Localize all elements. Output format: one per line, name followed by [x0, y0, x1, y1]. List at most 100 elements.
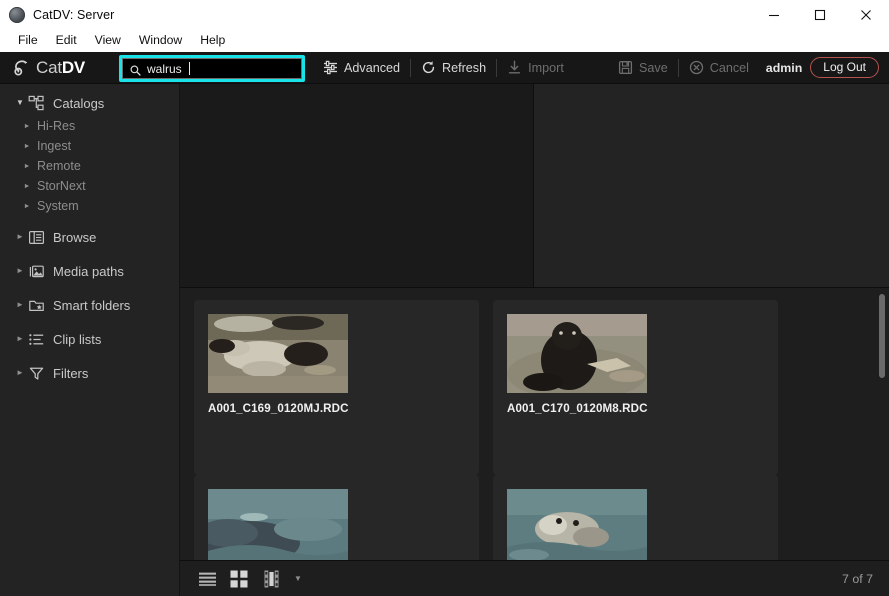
sidebar-item-browse[interactable]: ► Browse — [0, 224, 179, 250]
advanced-button[interactable]: Advanced — [313, 52, 410, 84]
chevron-right-icon[interactable]: ► — [20, 183, 34, 190]
menu-help[interactable]: Help — [191, 32, 234, 49]
sidebar-item-label: Clip lists — [53, 331, 102, 347]
app-toolbar: CatDV walrus Advanced Refresh Import Sav… — [0, 52, 889, 84]
menu-window[interactable]: Window — [130, 32, 191, 49]
clip-lists-icon — [28, 331, 45, 348]
text-caret — [188, 62, 190, 75]
chevron-right-icon[interactable]: ► — [20, 203, 34, 210]
cancel-label: Cancel — [709, 60, 749, 75]
save-icon — [618, 60, 633, 75]
metadata-pane[interactable] — [534, 84, 889, 287]
clip-tile[interactable] — [194, 475, 479, 560]
sidebar-item-clip-lists[interactable]: ► Clip lists — [0, 326, 179, 352]
filters-icon — [28, 365, 45, 382]
search-field-focus-ring: walrus — [119, 55, 305, 82]
sidebar-item-filters[interactable]: ► Filters — [0, 360, 179, 386]
search-input-value: walrus — [147, 61, 182, 76]
sidebar-footer — [0, 560, 180, 596]
toolbar-account-group: admin Log Out — [766, 57, 879, 78]
clip-thumbnail[interactable] — [507, 489, 647, 560]
sidebar-item-media-paths[interactable]: ► Media paths — [0, 258, 179, 284]
import-label: Import — [528, 60, 564, 75]
save-button[interactable]: Save — [608, 52, 678, 84]
search-input[interactable]: walrus — [122, 58, 302, 79]
catalogs-icon — [28, 95, 45, 112]
app-body: ▼ Catalogs ► Hi-Res ► Ingest ► Remote ► … — [0, 84, 889, 596]
chevron-right-icon[interactable]: ► — [20, 143, 34, 150]
chevron-right-icon[interactable]: ► — [12, 369, 28, 377]
content-area: A001_C169_0120MJ.RDC A001_C170_0120M8.RD… — [180, 84, 889, 596]
clip-thumbnail[interactable] — [208, 489, 348, 560]
refresh-label: Refresh — [442, 60, 487, 75]
chevron-down-icon[interactable]: ▼ — [294, 574, 302, 583]
chevron-right-icon[interactable]: ► — [12, 233, 28, 241]
toolbar-actions: Advanced Refresh Import — [313, 52, 574, 84]
catdv-app-icon — [9, 7, 25, 23]
advanced-label: Advanced — [344, 60, 401, 75]
catdv-wordmark: CatDV — [36, 58, 85, 78]
sidebar-item-label: Browse — [53, 229, 97, 245]
sidebar-item-stornext[interactable]: ► StorNext — [0, 176, 179, 196]
chevron-right-icon[interactable]: ► — [12, 301, 28, 309]
import-icon — [507, 60, 522, 75]
cancel-icon — [689, 60, 704, 75]
menu-view[interactable]: View — [86, 32, 130, 49]
browse-icon — [28, 229, 45, 246]
sidebar-item-smart-folders[interactable]: ► Smart folders — [0, 292, 179, 318]
sidebar-item-ingest[interactable]: ► Ingest — [0, 136, 179, 156]
thumbnail-grid-area: A001_C169_0120MJ.RDC A001_C170_0120M8.RD… — [180, 288, 889, 560]
minimize-button[interactable] — [751, 0, 797, 30]
sidebar-item-catalogs[interactable]: ▼ Catalogs — [0, 90, 179, 116]
status-bar: ▼ 7 of 7 — [180, 560, 889, 596]
logo-text-bold: DV — [61, 57, 86, 77]
list-view-icon[interactable] — [194, 566, 220, 592]
sidebar-item-label: Filters — [53, 365, 89, 381]
chevron-right-icon[interactable]: ► — [12, 267, 28, 275]
sidebar: ▼ Catalogs ► Hi-Res ► Ingest ► Remote ► … — [0, 84, 180, 596]
preview-pane[interactable] — [180, 84, 534, 287]
filmstrip-view-icon[interactable] — [258, 566, 284, 592]
logout-button[interactable]: Log Out — [810, 57, 879, 78]
menu-file[interactable]: File — [9, 32, 47, 49]
thumbnail-grid: A001_C169_0120MJ.RDC A001_C170_0120M8.RD… — [180, 288, 889, 560]
sidebar-item-remote[interactable]: ► Remote — [0, 156, 179, 176]
clip-name: A001_C169_0120MJ.RDC — [208, 402, 349, 415]
sidebar-child-label: Remote — [37, 159, 81, 173]
refresh-button[interactable]: Refresh — [411, 52, 496, 84]
chevron-right-icon[interactable]: ► — [20, 163, 34, 170]
close-button[interactable] — [843, 0, 889, 30]
menu-edit[interactable]: Edit — [47, 32, 86, 49]
thumbnail-view-icon[interactable] — [226, 566, 252, 592]
chevron-right-icon[interactable]: ► — [12, 335, 28, 343]
catdv-window: CatDV: Server File Edit View Window Help — [0, 0, 889, 596]
sidebar-section-browse: ► Browse ► Media paths ► Smart folders ►… — [0, 224, 179, 386]
chevron-down-icon[interactable]: ▼ — [12, 99, 28, 107]
clip-thumbnail[interactable] — [208, 314, 348, 393]
window-controls — [751, 0, 889, 30]
sidebar-item-system[interactable]: ► System — [0, 196, 179, 216]
sidebar-item-hi-res[interactable]: ► Hi-Res — [0, 116, 179, 136]
logo-text-light: Cat — [36, 57, 62, 77]
cancel-button[interactable]: Cancel — [679, 52, 759, 84]
menu-bar: File Edit View Window Help — [0, 30, 889, 52]
sidebar-child-label: Ingest — [37, 139, 72, 153]
maximize-button[interactable] — [797, 0, 843, 30]
search-icon — [130, 63, 141, 76]
import-button[interactable]: Import — [497, 52, 574, 84]
clip-tile[interactable]: A001_C170_0120M8.RDC — [493, 300, 778, 475]
top-panes — [180, 84, 889, 288]
clip-tile[interactable] — [493, 475, 778, 560]
current-user-label: admin — [765, 60, 803, 75]
catdv-logo: CatDV — [12, 57, 118, 79]
sidebar-child-label: Hi-Res — [37, 119, 76, 133]
item-count-label: 7 of 7 — [841, 571, 873, 586]
clip-name: A001_C170_0120M8.RDC — [507, 402, 648, 415]
toolbar-save-group: Save Cancel — [608, 52, 759, 84]
grid-vertical-scrollbar[interactable] — [879, 294, 885, 378]
clip-tile[interactable]: A001_C169_0120MJ.RDC — [194, 300, 479, 475]
chevron-right-icon[interactable]: ► — [20, 123, 34, 130]
sidebar-item-label: Smart folders — [53, 297, 131, 313]
clip-thumbnail[interactable] — [507, 314, 647, 393]
media-paths-icon — [28, 263, 45, 280]
